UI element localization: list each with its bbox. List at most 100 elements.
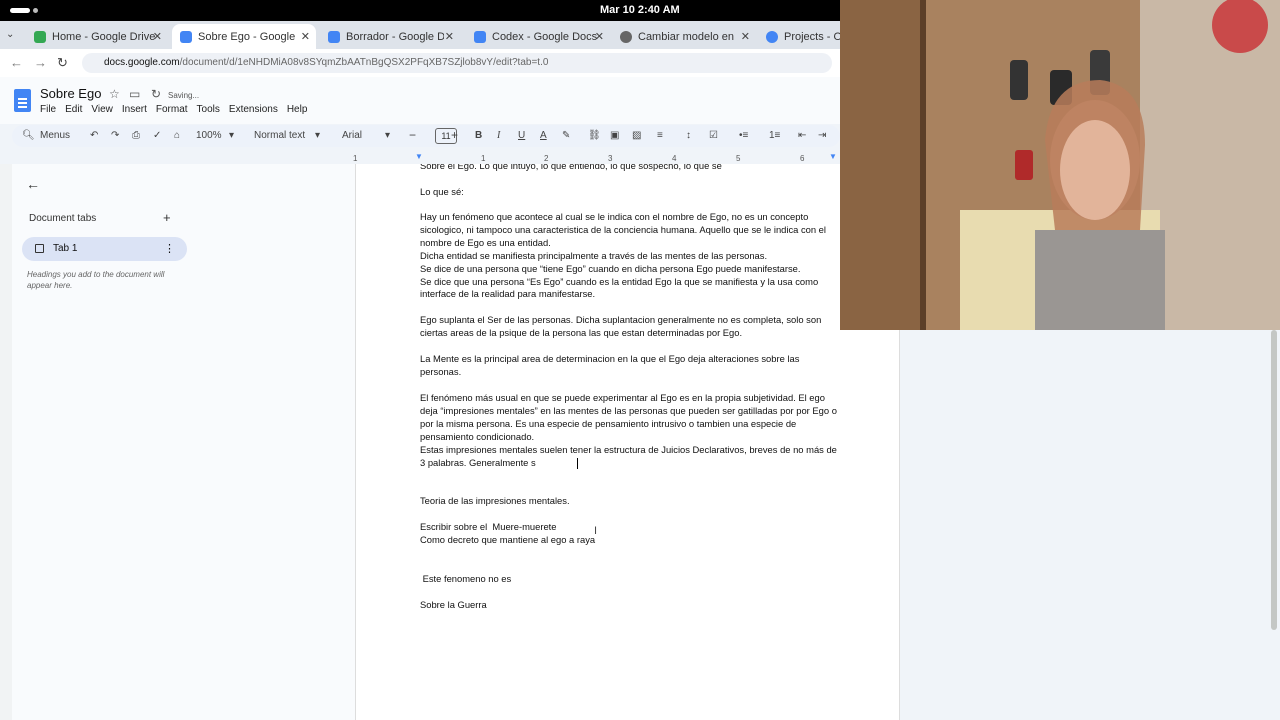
webcam-overlay <box>840 0 1280 330</box>
add-comment-icon[interactable]: ▣ <box>610 130 619 141</box>
browser-tab-cambiar-modelo[interactable]: Cambiar modelo en Codex ✕ <box>612 24 756 49</box>
checklist-icon[interactable]: ☑ <box>709 130 718 141</box>
search-menus-button[interactable]: Menus <box>40 130 70 141</box>
right-indent-marker-icon[interactable]: ▼ <box>829 152 837 161</box>
paragraph[interactable]: Teoria de las impresiones mentales. <box>420 495 840 508</box>
horizontal-ruler[interactable]: 1 ▼ 1 2 3 4 5 6 ▼ <box>353 150 840 164</box>
chevron-down-icon[interactable]: ▾ <box>315 130 320 141</box>
tab-search-chevron-icon[interactable]: ⌄ <box>6 29 14 40</box>
system-clock[interactable]: Mar 10 2:40 AM <box>600 4 680 16</box>
close-tab-icon[interactable]: ✕ <box>741 30 750 43</box>
browser-tab-projects[interactable]: Projects - OpenAI <box>758 24 840 49</box>
sidebar-tab-item[interactable]: Tab 1 ⋮ <box>22 237 187 261</box>
chevron-down-icon[interactable]: ▾ <box>229 130 234 141</box>
bold-icon[interactable]: B <box>475 130 482 141</box>
google-docs-logo-icon[interactable] <box>14 89 31 112</box>
star-icon[interactable]: ☆ <box>109 87 120 101</box>
highlight-color-icon[interactable]: ✎ <box>562 130 570 141</box>
forward-arrow-icon[interactable]: → <box>34 55 47 70</box>
redo-icon[interactable]: ↷ <box>111 130 119 141</box>
browser-tab-codex[interactable]: Codex - Google Docs ✕ <box>466 24 610 49</box>
close-tab-icon[interactable]: ✕ <box>153 30 162 43</box>
paragraph[interactable]: Ego suplanta el Ser de las personas. Dic… <box>420 314 840 340</box>
print-icon[interactable]: ⎙ <box>132 130 140 141</box>
increase-font-size-icon[interactable]: + <box>451 128 458 142</box>
italic-icon[interactable]: I <box>497 130 500 141</box>
insert-link-icon[interactable]: ⛓ <box>588 130 601 141</box>
document-outline-sidebar: ← Document tabs + Tab 1 ⋮ Headings you a… <box>0 164 355 720</box>
save-status: Saving... <box>168 91 200 100</box>
menu-help[interactable]: Help <box>287 104 308 115</box>
ruler-mark: 6 <box>800 154 805 163</box>
indent-marker-icon[interactable]: ▼ <box>415 152 423 161</box>
document-tabs-heading: Document tabs <box>29 213 97 224</box>
paragraph[interactable]: Este fenomeno no es <box>420 573 840 586</box>
browser-tab-borrador[interactable]: Borrador - Google Docs ✕ <box>320 24 460 49</box>
address-bar[interactable]: docs.google.com/document/d/1eNHDMiA08v8S… <box>82 53 832 73</box>
underline-icon[interactable]: U <box>518 130 525 141</box>
openai-favicon-icon <box>620 30 632 43</box>
mouse-ibeam-cursor-icon: I <box>594 525 598 537</box>
paragraph[interactable]: La Mente es la principal area de determi… <box>420 353 840 379</box>
tab-label: Tab 1 <box>53 243 78 254</box>
browser-tab-strip: ⌄ Home - Google Drive ✕ Sobre Ego - Goog… <box>0 21 840 49</box>
document-page[interactable]: Sobre el Ego. Lo que intuyo, lo que enti… <box>355 164 900 720</box>
menu-edit[interactable]: Edit <box>65 104 82 115</box>
menu-bar: File Edit View Insert Format Tools Exten… <box>40 104 307 115</box>
menu-file[interactable]: File <box>40 104 56 115</box>
back-arrow-icon[interactable]: ← <box>10 55 23 70</box>
chevron-down-icon[interactable]: ▾ <box>385 130 390 141</box>
globe-favicon-icon <box>766 30 778 43</box>
paint-format-icon[interactable]: ⌂ <box>174 130 180 141</box>
paragraph[interactable]: Hay un fenómeno que acontece al cual se … <box>420 211 840 301</box>
paragraph[interactable]: Lo que sé: <box>420 186 840 199</box>
increase-indent-icon[interactable]: ⇥ <box>818 130 826 141</box>
browser-tab-drive[interactable]: Home - Google Drive ✕ <box>26 24 168 49</box>
drive-favicon-icon <box>34 30 46 43</box>
paragraph-style-select[interactable]: Normal text <box>254 130 305 141</box>
ruler-mark: 2 <box>544 154 549 163</box>
reload-icon[interactable]: ↻ <box>57 55 68 71</box>
search-menus-icon[interactable]: 🔍︎ <box>22 130 35 141</box>
paragraph[interactable]: Sobre el Ego. Lo que intuyo, lo que enti… <box>420 164 840 173</box>
menu-view[interactable]: View <box>91 104 113 115</box>
add-tab-plus-icon[interactable]: + <box>163 210 171 225</box>
more-options-icon[interactable]: ⋮ <box>164 242 175 255</box>
undo-icon[interactable]: ↶ <box>90 130 98 141</box>
paragraph[interactable]: Sobre la Guerra <box>420 599 840 612</box>
browser-tab-sobre-ego[interactable]: Sobre Ego - Google Docs ✕ <box>172 24 316 49</box>
formatting-toolbar: 🔍︎ Menus ↶ ↷ ⎙ ✓ ⌂ 100% ▾ Normal text ▾ … <box>12 125 840 147</box>
zoom-select[interactable]: 100% <box>196 130 222 141</box>
numbered-list-icon[interactable]: 1≡ <box>769 130 780 141</box>
menu-tools[interactable]: Tools <box>197 104 220 115</box>
docs-header: Sobre Ego ☆ ▭ ↻ Saving... File Edit View… <box>0 77 840 124</box>
bulleted-list-icon[interactable]: •≡ <box>739 130 748 141</box>
right-canvas-area <box>900 330 1280 720</box>
menu-insert[interactable]: Insert <box>122 104 147 115</box>
vertical-scrollbar[interactable] <box>1271 330 1277 630</box>
close-tab-icon[interactable]: ✕ <box>595 30 604 43</box>
insert-image-icon[interactable]: ▨ <box>632 130 641 141</box>
browser-toolbar: ← → ↻ docs.google.com/document/d/1eNHDMi… <box>0 49 840 77</box>
close-outline-arrow-icon[interactable]: ← <box>26 176 40 192</box>
vertical-ruler <box>0 164 12 720</box>
close-tab-icon[interactable]: ✕ <box>301 30 310 43</box>
ruler-mark: 3 <box>608 154 613 163</box>
move-folder-icon[interactable]: ▭ <box>129 87 140 101</box>
sync-status-icon: ↻ <box>151 87 162 101</box>
activities-indicator[interactable] <box>10 8 30 13</box>
document-title[interactable]: Sobre Ego <box>40 86 101 101</box>
line-spacing-icon[interactable]: ↕ <box>686 130 691 141</box>
decrease-indent-icon[interactable]: ⇤ <box>798 130 806 141</box>
font-family-select[interactable]: Arial <box>342 130 362 141</box>
menu-format[interactable]: Format <box>156 104 188 115</box>
decrease-font-size-icon[interactable]: − <box>409 128 416 142</box>
align-left-icon[interactable]: ≡ <box>657 130 663 141</box>
close-tab-icon[interactable]: ✕ <box>445 30 454 43</box>
paragraph[interactable]: El fenómeno más usual en que se puede ex… <box>420 392 840 469</box>
spellcheck-icon[interactable]: ✓ <box>153 130 161 141</box>
docs-favicon-icon <box>474 30 486 43</box>
text-color-icon[interactable]: A <box>540 130 547 141</box>
menu-extensions[interactable]: Extensions <box>229 104 278 115</box>
paragraph[interactable]: Escribir sobre el Muere-muerete Como dec… <box>420 521 840 547</box>
